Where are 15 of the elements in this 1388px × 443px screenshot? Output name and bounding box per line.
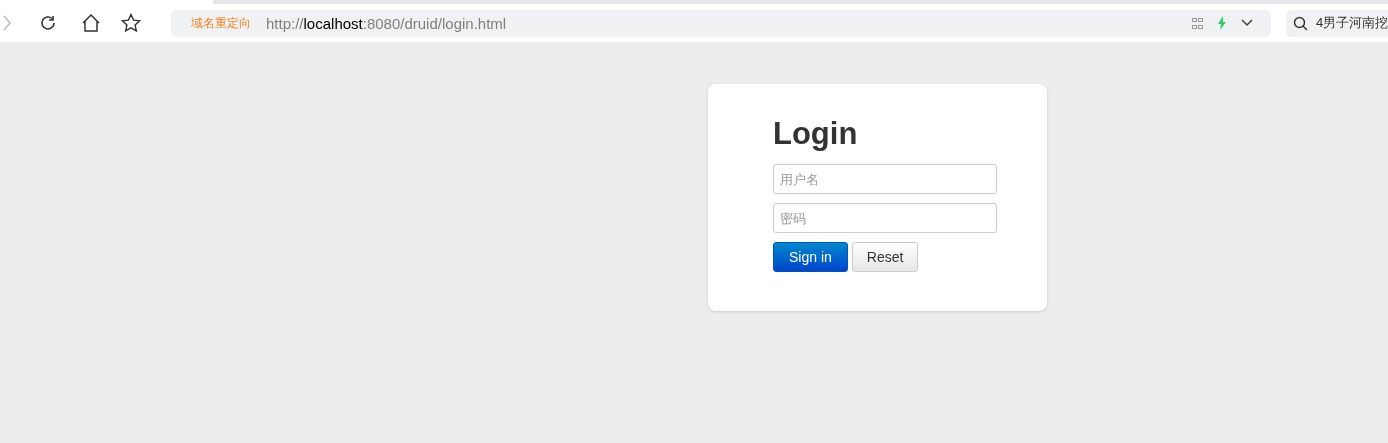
search-field[interactable]: 4男子河南挖 xyxy=(1286,9,1388,37)
search-text: 4男子河南挖 xyxy=(1316,14,1388,32)
search-icon xyxy=(1293,15,1308,31)
url-text: http://localhost:8080/druid/login.html xyxy=(266,14,507,32)
address-bar[interactable]: 域名重定向 http://localhost:8080/druid/login.html xyxy=(171,9,1271,37)
star-icon[interactable] xyxy=(121,13,141,33)
reset-button[interactable]: Reset xyxy=(851,242,919,272)
chevron-down-icon[interactable] xyxy=(1241,19,1253,27)
redirect-label: 域名重定向 xyxy=(191,14,251,32)
reload-icon[interactable] xyxy=(39,14,57,32)
username-field[interactable]: 用户名 xyxy=(773,164,997,194)
home-icon[interactable] xyxy=(81,14,101,32)
login-title: Login xyxy=(773,115,859,153)
sign-in-button[interactable]: Sign in xyxy=(773,242,848,272)
password-field[interactable]: 密码 xyxy=(773,203,997,233)
